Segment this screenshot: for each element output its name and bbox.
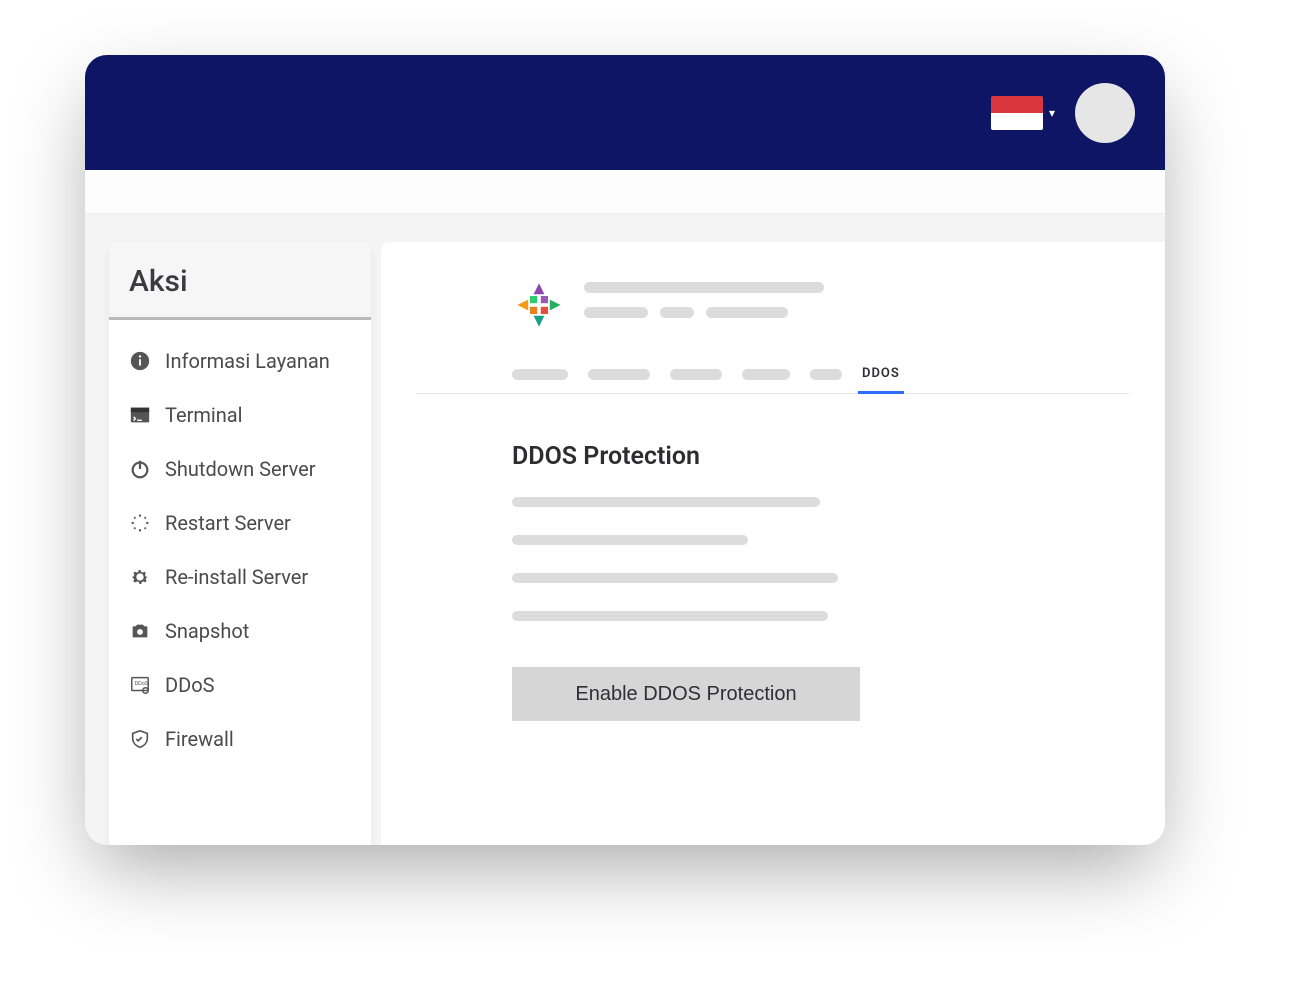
flag-icon <box>991 96 1043 130</box>
placeholder-chip <box>706 307 788 318</box>
info-icon <box>127 348 153 374</box>
app-window: ▾ Aksi Informasi Layanan Terminal <box>85 55 1165 845</box>
sidebar-item-label: Informasi Layanan <box>165 349 330 373</box>
sidebar-item-label: Restart Server <box>165 511 291 535</box>
sidebar-item-terminal[interactable]: Terminal <box>121 392 359 438</box>
sidebar-list: Informasi Layanan Terminal Shutdown Serv… <box>109 320 371 772</box>
tab-placeholder[interactable] <box>588 369 650 380</box>
chevron-down-icon: ▾ <box>1049 106 1055 120</box>
topbar: ▾ <box>85 55 1165 170</box>
placeholder-line <box>512 573 838 583</box>
power-icon <box>127 456 153 482</box>
sidebar-item-label: DDoS <box>165 673 215 697</box>
sidebar-item-label: Firewall <box>165 727 234 751</box>
section-title: DDOS Protection <box>512 442 1129 471</box>
shield-icon <box>127 726 153 752</box>
breadcrumb-bar <box>85 170 1165 214</box>
avatar[interactable] <box>1075 83 1135 143</box>
language-selector[interactable]: ▾ <box>991 96 1055 130</box>
sidebar-item-reinstall[interactable]: Re-install Server <box>121 554 359 600</box>
main-panel: DDOS DDOS Protection Enable DDOS Protect… <box>381 242 1165 845</box>
sidebar-item-label: Terminal <box>165 403 243 427</box>
tab-placeholder[interactable] <box>512 369 568 380</box>
placeholder-chip <box>660 307 694 318</box>
server-title-block <box>584 278 824 318</box>
restart-icon <box>127 510 153 536</box>
placeholder-line <box>584 282 824 293</box>
sidebar-item-restart[interactable]: Restart Server <box>121 500 359 546</box>
tab-ddos[interactable]: DDOS <box>862 366 900 383</box>
sidebar-item-label: Re-install Server <box>165 565 308 589</box>
sidebar-item-info[interactable]: Informasi Layanan <box>121 338 359 384</box>
placeholder-line <box>512 611 828 621</box>
sidebar-item-snapshot[interactable]: Snapshot <box>121 608 359 654</box>
tabs: DDOS <box>417 366 1129 394</box>
tab-placeholder[interactable] <box>742 369 790 380</box>
os-logo-icon <box>512 278 566 332</box>
sidebar: Aksi Informasi Layanan Terminal <box>109 242 371 845</box>
tab-placeholder[interactable] <box>810 369 842 380</box>
sidebar-item-shutdown[interactable]: Shutdown Server <box>121 446 359 492</box>
svg-text:DDoS: DDoS <box>135 681 149 687</box>
sidebar-item-label: Snapshot <box>165 619 249 643</box>
sidebar-item-ddos[interactable]: DDoS DDoS <box>121 662 359 708</box>
server-header <box>417 278 1129 332</box>
body-area: Aksi Informasi Layanan Terminal <box>85 214 1165 845</box>
enable-ddos-button[interactable]: Enable DDOS Protection <box>512 667 860 721</box>
placeholder-line <box>512 497 820 507</box>
camera-icon <box>127 618 153 644</box>
placeholder-chip <box>584 307 648 318</box>
sidebar-title: Aksi <box>109 242 371 320</box>
sidebar-item-firewall[interactable]: Firewall <box>121 716 359 762</box>
sidebar-item-label: Shutdown Server <box>165 457 316 481</box>
placeholder-line <box>512 535 748 545</box>
ddos-section: DDOS Protection Enable DDOS Protection <box>417 394 1129 721</box>
terminal-icon <box>127 402 153 428</box>
ddos-icon: DDoS <box>127 672 153 698</box>
gear-icon <box>127 564 153 590</box>
tab-placeholder[interactable] <box>670 369 722 380</box>
